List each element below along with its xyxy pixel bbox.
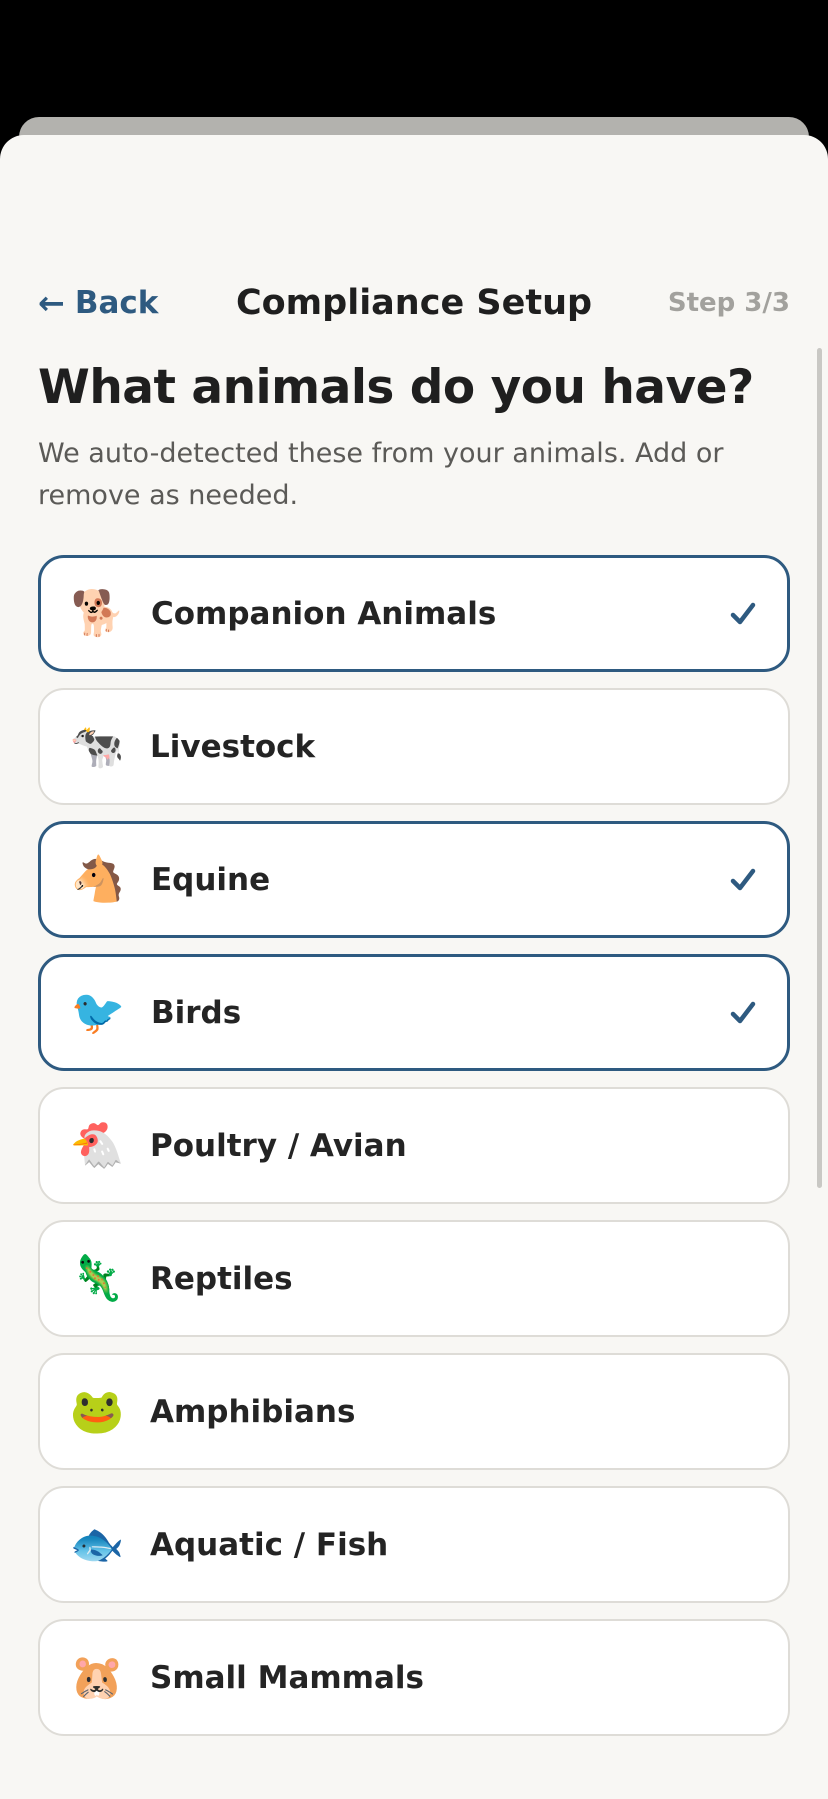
animal-option[interactable]: 🦎 Reptiles: [38, 1220, 790, 1337]
animal-option-label: Small Mammals: [150, 1659, 424, 1696]
scrollbar[interactable]: [817, 348, 822, 1188]
animal-option-label: Reptiles: [150, 1260, 293, 1297]
lizard-icon: 🦎: [69, 1252, 125, 1304]
checkmark-icon: [730, 602, 756, 624]
animal-option[interactable]: 🐦 Birds: [38, 954, 790, 1071]
compliance-setup-sheet: ← Back Compliance Setup Step 3/3 What an…: [0, 135, 828, 1799]
question-heading: What animals do you have?: [38, 360, 754, 415]
animal-option[interactable]: 🐔 Poultry / Avian: [38, 1087, 790, 1204]
animal-option-label: Poultry / Avian: [150, 1127, 407, 1164]
animal-option[interactable]: 🐹 Small Mammals: [38, 1619, 790, 1736]
hamster-icon: 🐹: [69, 1651, 125, 1703]
checkmark-icon: [730, 868, 756, 890]
animal-option-label: Amphibians: [150, 1393, 356, 1430]
animal-option-label: Equine: [151, 861, 271, 898]
animal-option-label: Companion Animals: [151, 595, 497, 632]
animal-option[interactable]: 🐟 Aquatic / Fish: [38, 1486, 790, 1603]
animal-options-list: 🐕 Companion Animals 🐄 Livestock 🐴 Equine 🐦 Bird…: [38, 555, 790, 1752]
animal-option-label: Aquatic / Fish: [150, 1526, 389, 1563]
bird-icon: 🐦: [70, 986, 126, 1038]
dog-icon: 🐕: [70, 587, 126, 639]
cow-icon: 🐄: [69, 720, 125, 772]
question-subtitle: We auto-detected these from your animals…: [38, 438, 724, 511]
frog-icon: 🐸: [69, 1385, 125, 1437]
animal-option-label: Birds: [151, 994, 242, 1031]
animal-option[interactable]: 🐄 Livestock: [38, 688, 790, 805]
animal-option-label: Livestock: [150, 728, 316, 765]
chicken-icon: 🐔: [69, 1119, 125, 1171]
fish-icon: 🐟: [69, 1518, 125, 1570]
animal-option[interactable]: 🐴 Equine: [38, 821, 790, 938]
step-indicator: Step 3/3: [667, 288, 790, 318]
animal-option[interactable]: 🐕 Companion Animals: [38, 555, 790, 672]
animal-option[interactable]: 🐸 Amphibians: [38, 1353, 790, 1470]
horse-icon: 🐴: [70, 853, 126, 905]
header: ← Back Compliance Setup Step 3/3: [0, 273, 828, 333]
checkmark-icon: [730, 1001, 756, 1023]
